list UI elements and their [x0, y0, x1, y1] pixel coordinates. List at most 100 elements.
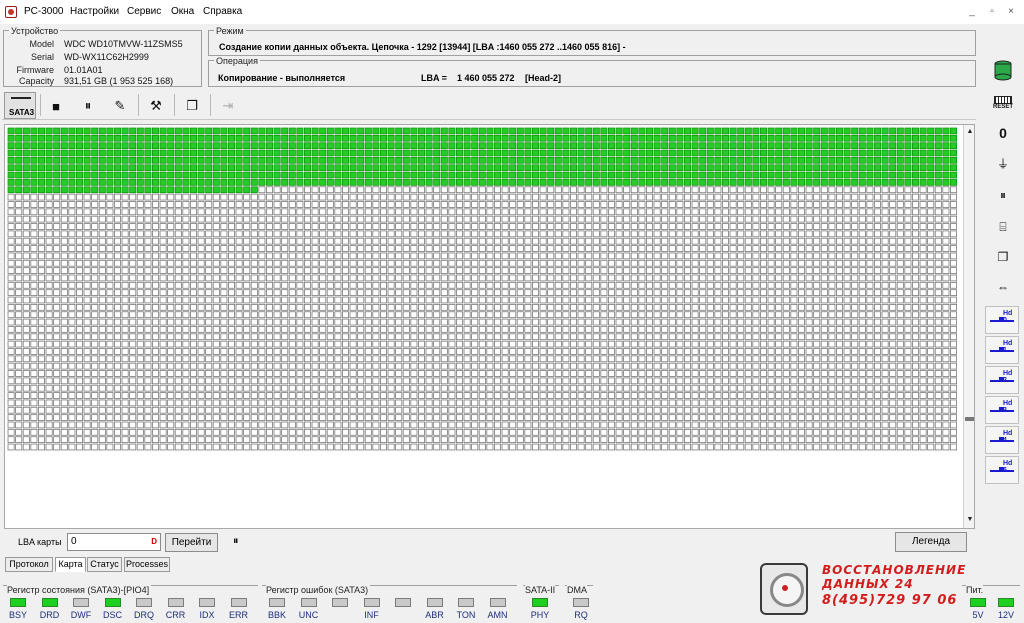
sector-block: [417, 223, 425, 230]
sector-block: [68, 392, 76, 399]
sector-block: [638, 193, 646, 201]
sector-block: [319, 414, 327, 421]
sector-block: [220, 237, 228, 245]
sector-block: [227, 281, 235, 289]
sector-block: [767, 215, 775, 223]
sector-block: [250, 208, 258, 216]
sector-block: [509, 245, 517, 252]
pause-button[interactable]: ⏸: [74, 93, 102, 119]
sector-block: [357, 179, 365, 186]
close-button[interactable]: ×: [1003, 4, 1019, 20]
sector-block: [334, 223, 342, 230]
sector-block: [174, 134, 182, 142]
sector-block: [258, 142, 266, 150]
sector-block: [722, 164, 730, 172]
sector-block: [615, 215, 623, 223]
sector-block: [820, 267, 828, 274]
sector-block: [608, 326, 616, 333]
sector-block: [516, 259, 524, 267]
sector-block: [706, 289, 714, 296]
sector-block: [638, 414, 646, 421]
sector-block: [782, 230, 790, 238]
menu-settings[interactable]: Настройки: [70, 6, 119, 17]
sector-block: [866, 362, 874, 370]
sector-block: [349, 193, 357, 201]
sector-block: [676, 281, 684, 289]
sector-block: [493, 267, 501, 274]
sector-block: [706, 326, 714, 333]
sector-block: [387, 333, 395, 341]
operation-status: Копирование - выполняется: [218, 73, 346, 83]
sector-block: [858, 134, 866, 142]
task-button[interactable]: ✎: [106, 93, 134, 119]
sector-block: [410, 414, 418, 421]
sector-block: [554, 134, 562, 142]
sector-block: [836, 392, 844, 399]
sector-block: [144, 362, 152, 370]
sector-block: [843, 164, 851, 172]
sector-block: [189, 348, 197, 355]
sector-block: [577, 392, 585, 399]
sector-block: [319, 377, 327, 385]
sector-block: [98, 281, 106, 289]
sector-block: [38, 245, 46, 252]
sector-block: [250, 134, 258, 142]
sector-block: [562, 149, 570, 157]
sector-block: [699, 340, 707, 348]
sector-block: [516, 201, 524, 208]
sata-port-button[interactable]: SATA3: [4, 92, 36, 119]
sector-block: [410, 326, 418, 333]
sector-block: [577, 259, 585, 267]
sector-block: [539, 370, 547, 377]
maximize-button[interactable]: ▫: [984, 4, 1000, 20]
sector-block: [136, 142, 144, 150]
sector-map[interactable]: ▲ ▼: [4, 124, 975, 529]
tools-button[interactable]: ⚒: [142, 93, 170, 119]
sector-block: [722, 281, 730, 289]
exit-button[interactable]: ⇥: [214, 93, 242, 119]
sector-block: [372, 392, 380, 399]
menu-help[interactable]: Справка: [203, 6, 242, 17]
stop-button[interactable]: ■: [42, 93, 70, 119]
sector-block: [258, 399, 266, 407]
sector-block: [243, 179, 251, 186]
sector-block: [258, 303, 266, 311]
menu-windows[interactable]: Окна: [171, 6, 194, 17]
sector-block: [828, 370, 836, 377]
sector-block: [136, 201, 144, 208]
windows-button[interactable]: ❐: [178, 93, 206, 119]
sector-block: [684, 186, 692, 194]
sector-block: [60, 193, 68, 201]
sector-block: [836, 296, 844, 304]
sector-block: [767, 406, 775, 414]
minimize-button[interactable]: _: [964, 4, 980, 20]
sector-block: [729, 362, 737, 370]
sector-block: [68, 259, 76, 267]
sector-block: [912, 311, 920, 319]
sector-block: [585, 215, 593, 223]
sector-block: [296, 274, 304, 282]
sector-block: [653, 303, 661, 311]
sector-block: [53, 142, 61, 150]
sector-block: [30, 392, 38, 399]
sector-block: [288, 333, 296, 341]
sector-block: [106, 281, 114, 289]
sector-block: [364, 237, 372, 245]
sector-block: [144, 252, 152, 260]
sector-block: [752, 252, 760, 260]
sector-block: [53, 201, 61, 208]
sector-block: [782, 303, 790, 311]
sector-block: [881, 406, 889, 414]
sector-block: [235, 127, 243, 135]
sector-block: [904, 134, 912, 142]
sector-block: [159, 399, 167, 407]
sector-block: [182, 340, 190, 348]
sector-block: [585, 392, 593, 399]
sector-block: [729, 259, 737, 267]
sector-block: [410, 392, 418, 399]
sector-block: [235, 208, 243, 216]
menu-service[interactable]: Сервис: [127, 6, 161, 17]
sector-block: [372, 134, 380, 142]
sector-block: [296, 215, 304, 223]
sector-block: [364, 303, 372, 311]
